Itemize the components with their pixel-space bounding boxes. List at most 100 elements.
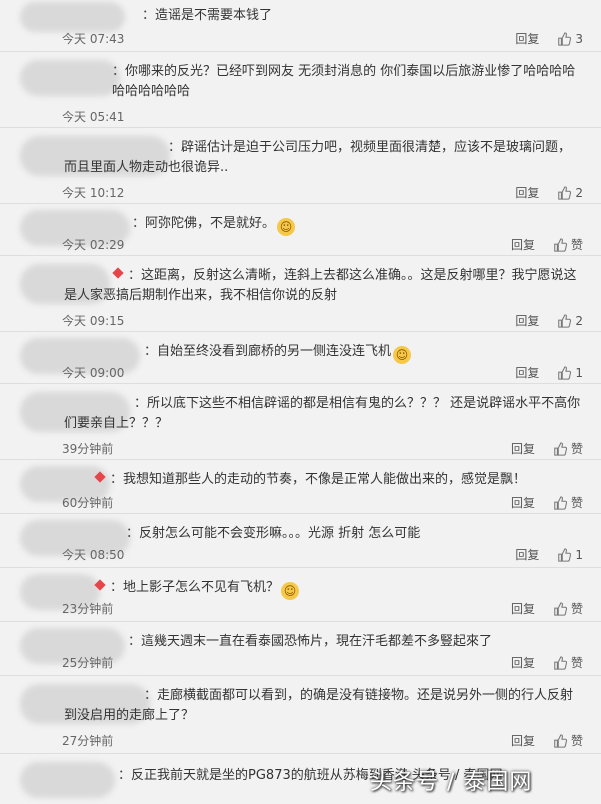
comment-time: 今天 02:29 xyxy=(62,238,125,252)
vip-badge-icon xyxy=(112,267,124,279)
like-label: 赞 xyxy=(570,238,583,252)
thumbs-up-icon xyxy=(554,495,567,510)
comment-text: ：我想知道那些人的走动的节奏，不像是正常人能做出来的，感觉是飘！ xyxy=(94,470,583,490)
comment-item: ：你哪来的反光？已经吓到网友 无须封消息的 你们泰国以后旅游业惨了哈哈哈哈哈哈哈… xyxy=(0,52,601,128)
comment-item: ：這幾天週末一直在看泰國恐怖片，現在汗毛都差不多豎起來了 25分钟前 回复 赞 xyxy=(0,622,601,676)
comment-time: 今天 07:43 xyxy=(62,32,125,46)
thumbs-up-icon xyxy=(554,237,567,252)
like-count: 2 xyxy=(575,185,583,200)
comment-text: ：這幾天週末一直在看泰國恐怖片，現在汗毛都差不多豎起來了 xyxy=(128,634,493,649)
comment-item: ：自始至终没看到廊桥的另一侧连没连飞机 ☺ 今天 09:00 回复 1 xyxy=(0,332,601,384)
comment-actions: 回复 1 xyxy=(515,546,583,563)
comment-time: 今天 05:41 xyxy=(62,110,125,124)
reply-button[interactable]: 回复 xyxy=(511,732,535,749)
like-button[interactable]: 赞 xyxy=(553,440,583,457)
comment-actions: 回复 赞 xyxy=(511,494,583,511)
comment-text: ：走廊横截面都可以看到，的确是没有链接物。还是说另外一侧的行人反射到没启用的走廊… xyxy=(64,688,574,723)
comment-item: ：辟谣估计是迫于公司压力吧，视频里面很清楚，应该不是玻璃问题，而且里面人物走动也… xyxy=(0,128,601,204)
reply-button[interactable]: 回复 xyxy=(515,312,539,329)
thumbs-up-icon xyxy=(558,313,572,328)
comment-text: ：阿弥陀佛，不是就好。 ☺ xyxy=(132,214,583,236)
reply-button[interactable]: 回复 xyxy=(511,654,535,671)
comment-item: ：阿弥陀佛，不是就好。 ☺ 今天 02:29 回复 赞 xyxy=(0,204,601,256)
thumbs-up-icon xyxy=(554,733,567,748)
comment-actions: 回复 2 xyxy=(515,312,583,329)
thumbs-up-icon xyxy=(558,547,572,562)
comment-actions: 回复 1 xyxy=(515,364,583,381)
like-button[interactable]: 赞 xyxy=(553,732,583,749)
comment-item: ：所以底下这些不相信辟谣的都是相信有鬼的么？？？ 还是说辟谣水平不高你们要亲自上… xyxy=(0,384,601,460)
like-button[interactable]: 赞 xyxy=(553,600,583,617)
like-count: 1 xyxy=(575,365,583,380)
reply-button[interactable]: 回复 xyxy=(511,236,535,253)
like-button[interactable]: 2 xyxy=(557,186,583,200)
laughing-emoji-icon: ☺ xyxy=(277,218,296,236)
like-label: 赞 xyxy=(570,442,583,456)
like-count: 2 xyxy=(575,313,583,328)
comment-time: 25分钟前 xyxy=(62,656,114,670)
like-button[interactable]: 1 xyxy=(557,548,583,562)
like-button[interactable]: 赞 xyxy=(553,494,583,511)
comment-time: 39分钟前 xyxy=(62,442,114,456)
comment-item: ：走廊横截面都可以看到，的确是没有链接物。还是说另外一侧的行人反射到没启用的走廊… xyxy=(0,676,601,754)
thumbs-up-icon xyxy=(558,185,572,200)
comment-actions: 回复 赞 xyxy=(511,236,583,253)
like-button[interactable]: 2 xyxy=(557,314,583,328)
laughing-emoji-icon: ☺ xyxy=(393,346,412,364)
comment-text: ：反射怎么可能不会变形嘛。。。光源 折射 怎么可能 xyxy=(126,526,421,541)
reply-button[interactable]: 回复 xyxy=(515,364,539,381)
comment-actions: 回复 赞 xyxy=(511,440,583,457)
like-label: 赞 xyxy=(570,656,583,670)
comment-actions: 回复 赞 xyxy=(511,654,583,671)
avatar[interactable] xyxy=(20,762,115,798)
like-count: 3 xyxy=(575,31,583,46)
comment-actions: 回复 赞 xyxy=(511,732,583,749)
comment-text: ：你哪来的反光？已经吓到网友 无须封消息的 你们泰国以后旅游业惨了哈哈哈哈哈哈哈… xyxy=(112,64,576,99)
comment-time: 今天 09:15 xyxy=(62,314,125,328)
comment-time: 今天 08:50 xyxy=(62,548,125,562)
like-button[interactable]: 1 xyxy=(557,366,583,380)
comment-time: 今天 10:12 xyxy=(62,186,125,200)
watermark: 头条号 / 泰国网 xyxy=(370,770,533,795)
like-button[interactable]: 赞 xyxy=(553,654,583,671)
reply-button[interactable]: 回复 xyxy=(511,440,535,457)
comment-text: ：这距离，反射这么清晰，连斜上去都这么准确。。这是反射哪里？我宁愿说这是人家恶搞… xyxy=(64,267,577,303)
reply-button[interactable]: 回复 xyxy=(511,600,535,617)
like-label: 赞 xyxy=(570,496,583,510)
smirk-emoji-icon: ☺ xyxy=(281,582,300,600)
avatar[interactable] xyxy=(20,60,120,96)
comment-text: ：辟谣估计是迫于公司压力吧，视频里面很清楚，应该不是玻璃问题，而且里面人物走动也… xyxy=(64,140,572,175)
comment-item: ：地上影子怎么不见有飞机？ ☺ 23分钟前 回复 赞 xyxy=(0,568,601,622)
reply-button[interactable]: 回复 xyxy=(511,494,535,511)
like-count: 1 xyxy=(575,547,583,562)
comment-item: ：反射怎么可能不会变形嘛。。。光源 折射 怎么可能 今天 08:50 回复 1 xyxy=(0,514,601,568)
avatar[interactable] xyxy=(20,2,125,32)
thumbs-up-icon xyxy=(554,441,567,456)
comment-text: ：地上影子怎么不见有飞机？ ☺ xyxy=(94,578,583,600)
like-button[interactable]: 3 xyxy=(557,32,583,46)
comment-item: ：造谣是不需要本钱了 今天 07:43 回复 3 xyxy=(0,0,601,52)
like-label: 赞 xyxy=(570,602,583,616)
comment-time: 今天 09:00 xyxy=(62,366,125,380)
reply-button[interactable]: 回复 xyxy=(515,30,539,47)
like-label: 赞 xyxy=(570,734,583,748)
thumbs-up-icon xyxy=(554,655,567,670)
comment-actions: 回复 赞 xyxy=(511,600,583,617)
comment-time: 27分钟前 xyxy=(62,734,114,748)
comment-item: ：这距离，反射这么清晰，连斜上去都这么准确。。这是反射哪里？我宁愿说这是人家恶搞… xyxy=(0,256,601,332)
comment-text: ：自始至终没看到廊桥的另一侧连没连飞机 ☺ xyxy=(144,342,583,364)
reply-button[interactable]: 回复 xyxy=(515,546,539,563)
like-button[interactable]: 赞 xyxy=(553,236,583,253)
thumbs-up-icon xyxy=(558,365,572,380)
comment-actions: 回复 2 xyxy=(515,184,583,201)
vip-badge-icon xyxy=(94,579,106,591)
reply-button[interactable]: 回复 xyxy=(515,184,539,201)
comment-time: 60分钟前 xyxy=(62,496,114,510)
comment-time: 23分钟前 xyxy=(62,602,114,616)
comment-item: ：我想知道那些人的走动的节奏，不像是正常人能做出来的，感觉是飘！ 60分钟前 回… xyxy=(0,460,601,514)
comment-text: ：所以底下这些不相信辟谣的都是相信有鬼的么？？？ 还是说辟谣水平不高你们要亲自上… xyxy=(64,396,581,431)
thumbs-up-icon xyxy=(554,601,567,616)
comment-text: ：造谣是不需要本钱了 xyxy=(142,8,273,23)
comment-actions: 回复 3 xyxy=(515,30,583,47)
thumbs-up-icon xyxy=(558,31,572,46)
